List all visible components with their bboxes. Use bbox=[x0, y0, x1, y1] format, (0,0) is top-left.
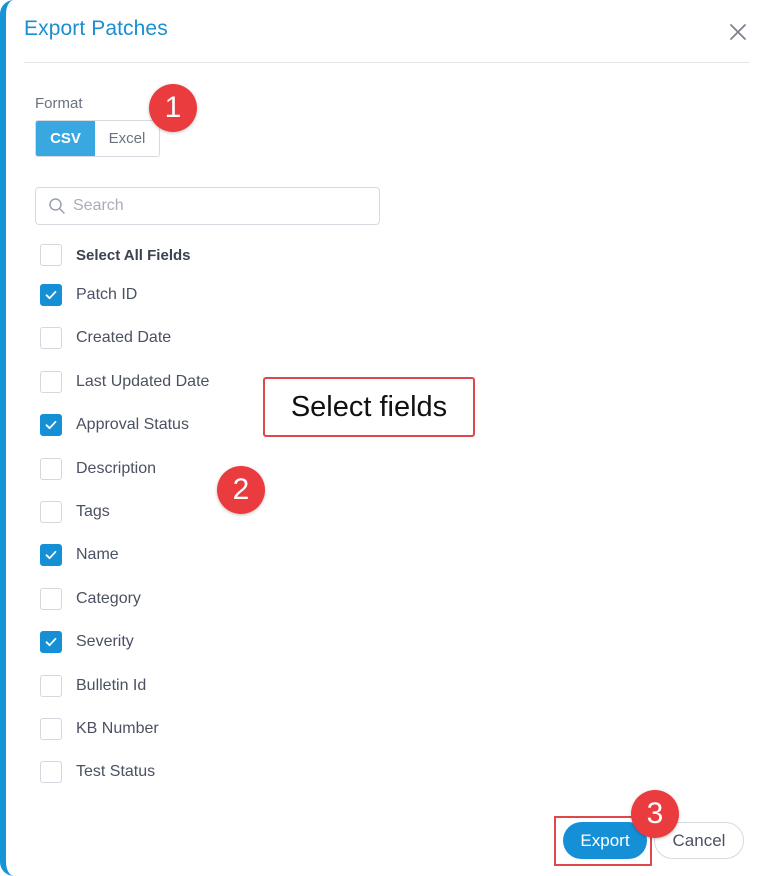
field-row-name[interactable]: Name bbox=[40, 543, 119, 567]
field-label: Created Date bbox=[76, 329, 172, 346]
checkbox-bulletin-id[interactable] bbox=[40, 675, 62, 697]
checkbox-severity[interactable] bbox=[40, 631, 62, 653]
checkbox-created-date[interactable] bbox=[40, 327, 62, 349]
field-row-tags[interactable]: Tags bbox=[40, 500, 110, 524]
checkbox-description[interactable] bbox=[40, 458, 62, 480]
field-label: Last Updated Date bbox=[76, 373, 210, 390]
checkbox-kb-number[interactable] bbox=[40, 718, 62, 740]
select-all-row[interactable]: Select All Fields bbox=[40, 243, 191, 267]
field-row-bulletin-id[interactable]: Bulletin Id bbox=[40, 674, 146, 698]
field-label: Approval Status bbox=[76, 416, 189, 433]
checkbox-tags[interactable] bbox=[40, 501, 62, 523]
field-label: Name bbox=[76, 546, 119, 563]
close-icon[interactable] bbox=[728, 22, 748, 42]
header-divider bbox=[24, 62, 750, 63]
field-label: Test Status bbox=[76, 763, 156, 780]
step-3-badge: 3 bbox=[631, 790, 679, 838]
checkbox-patch-id[interactable] bbox=[40, 284, 62, 306]
step-1-badge: 1 bbox=[149, 84, 197, 132]
field-row-test-status[interactable]: Test Status bbox=[40, 760, 155, 784]
select-all-label: Select All Fields bbox=[76, 246, 191, 264]
select-fields-callout: Select fields bbox=[263, 377, 475, 437]
dialog-title: Export Patches bbox=[24, 17, 168, 40]
select-all-checkbox[interactable] bbox=[40, 244, 62, 266]
search-field[interactable] bbox=[35, 187, 380, 225]
search-input[interactable] bbox=[73, 197, 363, 215]
checkbox-last-updated-date[interactable] bbox=[40, 371, 62, 393]
field-row-created-date[interactable]: Created Date bbox=[40, 326, 171, 350]
field-label: Patch ID bbox=[76, 286, 138, 303]
field-row-patch-id[interactable]: Patch ID bbox=[40, 283, 137, 307]
checkbox-approval-status[interactable] bbox=[40, 414, 62, 436]
field-label: Severity bbox=[76, 633, 134, 650]
field-label: KB Number bbox=[76, 720, 159, 737]
search-icon bbox=[49, 198, 65, 214]
checkbox-category[interactable] bbox=[40, 588, 62, 610]
format-excel-button[interactable]: Excel bbox=[95, 121, 159, 156]
format-label: Format bbox=[35, 95, 83, 112]
field-row-kb-number[interactable]: KB Number bbox=[40, 717, 159, 741]
export-patches-dialog: Export Patches Format CSV Excel Select A… bbox=[0, 0, 765, 876]
field-row-category[interactable]: Category bbox=[40, 587, 141, 611]
step-2-badge: 2 bbox=[217, 466, 265, 514]
field-row-severity[interactable]: Severity bbox=[40, 630, 134, 654]
field-label: Tags bbox=[76, 503, 110, 520]
field-label: Category bbox=[76, 590, 141, 607]
checkbox-name[interactable] bbox=[40, 544, 62, 566]
field-row-last-updated-date[interactable]: Last Updated Date bbox=[40, 370, 209, 394]
format-csv-button[interactable]: CSV bbox=[36, 121, 95, 156]
checkbox-test-status[interactable] bbox=[40, 761, 62, 783]
field-row-description[interactable]: Description bbox=[40, 457, 156, 481]
format-toggle: CSV Excel bbox=[35, 120, 160, 157]
field-label: Bulletin Id bbox=[76, 677, 147, 694]
field-row-approval-status[interactable]: Approval Status bbox=[40, 413, 189, 437]
field-label: Description bbox=[76, 460, 157, 477]
